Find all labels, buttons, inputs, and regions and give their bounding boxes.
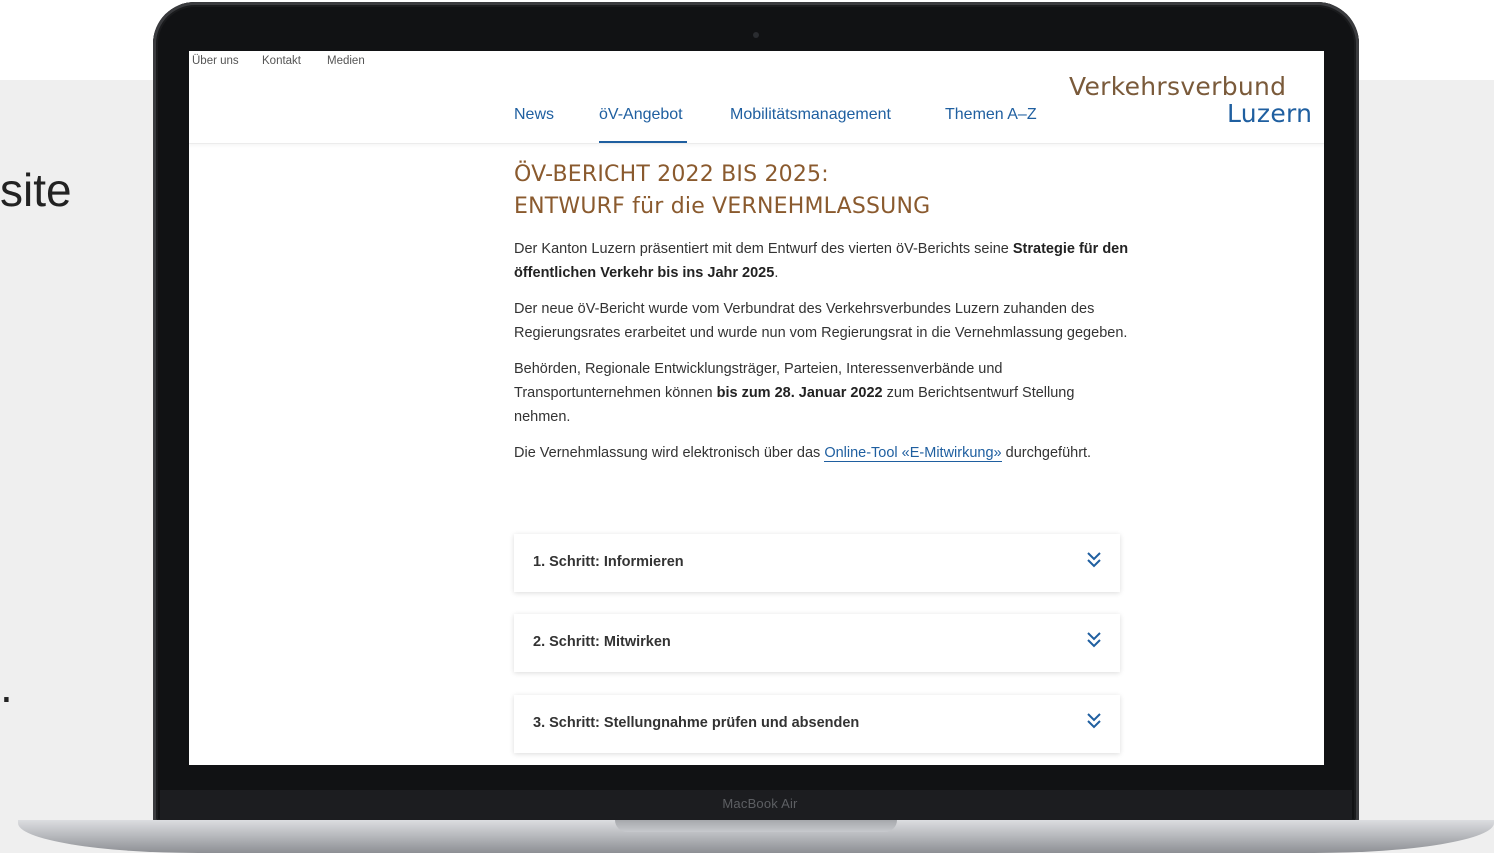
paragraph-report: Der neue öV-Bericht wurde vom Verbundrat…: [514, 301, 1128, 341]
accordion-step-2[interactable]: 2. Schritt: Mitwirken: [514, 614, 1120, 672]
utility-link-medien[interactable]: Medien: [327, 55, 365, 67]
text: .: [774, 265, 779, 281]
accordion-label: 2. Schritt: Mitwirken: [533, 634, 671, 650]
double-chevron-down-icon: [1087, 632, 1101, 648]
accordion-step-1[interactable]: 1. Schritt: Informieren: [514, 534, 1120, 592]
nav-mobilitaetsmanagement[interactable]: Mobilitätsmanagement: [730, 106, 891, 124]
logo-line-1[interactable]: Verkehrsverbund: [1069, 72, 1286, 101]
logo-line-2[interactable]: Luzern: [1227, 99, 1312, 128]
camera-icon: [753, 32, 759, 38]
site-header: Über uns Kontakt Medien News öV-Angebot …: [189, 51, 1324, 144]
accordion-label: 1. Schritt: Informieren: [533, 554, 684, 570]
title-line-2: ENTWURF für die VERNEHMLASSUNG: [514, 194, 931, 219]
e-mitwirkung-link[interactable]: Online-Tool «E-Mitwirkung»: [824, 445, 1002, 462]
paragraph-intro: Der Kanton Luzern präsentiert mit dem En…: [514, 237, 1129, 285]
paragraph-deadline: Behörden, Regionale Entwicklungsträger, …: [514, 357, 1129, 429]
laptop-model-label: MacBook Air: [722, 796, 798, 811]
paragraph-online-tool: Die Vernehmlassung wird elektronisch übe…: [514, 441, 1129, 465]
page-title: ÖV-BERICHT 2022 BIS 2025: ENTWURF für di…: [514, 159, 1129, 223]
text: durchgeführt.: [1001, 445, 1092, 461]
nav-themen-a-z[interactable]: Themen A–Z: [945, 106, 1037, 124]
double-chevron-down-icon: [1087, 552, 1101, 568]
text: Der Kanton Luzern präsentiert mit dem En…: [514, 241, 1013, 257]
active-nav-indicator: [599, 141, 687, 143]
double-chevron-down-icon: [1087, 713, 1101, 729]
title-line-1: ÖV-BERICHT 2022 BIS 2025:: [514, 162, 829, 187]
utility-link-kontakt[interactable]: Kontakt: [262, 55, 301, 67]
accordion-step-3[interactable]: 3. Schritt: Stellungnahme prüfen und abs…: [514, 695, 1120, 753]
slide-text-fragment: .: [0, 660, 13, 712]
article-content: ÖV-BERICHT 2022 BIS 2025: ENTWURF für di…: [514, 159, 1129, 465]
nav-oev-angebot[interactable]: öV-Angebot: [599, 106, 683, 124]
slide-text-fragment: site: [0, 164, 72, 216]
laptop-notch: [615, 820, 897, 832]
text: Die Vernehmlassung wird elektronisch übe…: [514, 445, 825, 461]
nav-news[interactable]: News: [514, 106, 554, 124]
browser-viewport: Über uns Kontakt Medien News öV-Angebot …: [189, 51, 1324, 765]
utility-link-ueber-uns[interactable]: Über uns: [192, 55, 239, 67]
deadline-date: bis zum 28. Januar 2022: [716, 385, 883, 401]
accordion-label: 3. Schritt: Stellungnahme prüfen und abs…: [533, 715, 860, 731]
